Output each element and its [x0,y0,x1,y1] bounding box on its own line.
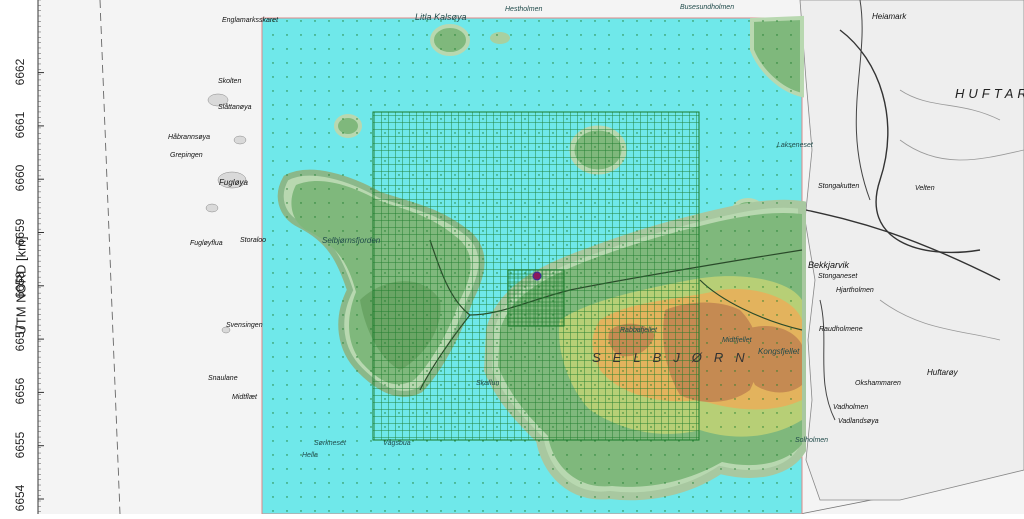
place-label: Busesundholmen [680,4,735,11]
place-label: Midtfjellet [722,337,752,344]
place-label: Grepingen [170,152,203,159]
place-label: Stongakutten [818,183,860,190]
y-tick-label: 6662 [13,58,27,85]
place-label: Rabbafjellet [620,327,657,334]
region-label-selbjorn: SELBJØRN [592,350,757,365]
place-label: Litla Kalsøya [415,12,467,22]
y-tick-label: 6656 [13,378,27,405]
place-label: Slåttanøya [218,104,252,111]
place-label: Kongsfjellet [758,347,800,356]
y-tick-label: 6657 [13,324,27,352]
place-label: Hella [302,452,318,459]
place-label: Snaulane [208,375,238,382]
basemap-land-right [799,0,1024,501]
y-tick-label: 6659 [13,218,27,245]
place-label: Vågsbua [383,440,411,447]
source-marker[interactable] [532,271,542,281]
place-label: Svensingen [226,322,263,329]
y-tick-label: 6660 [13,164,27,192]
place-label: Okshammaren [855,380,901,387]
place-label: Englamarksskaret [222,17,279,24]
place-label: Fugløyflua [190,240,223,247]
y-tick-label: 6654 [13,484,27,512]
place-label: Vadlandsøya [838,418,879,425]
place-label: Huftarøy [927,368,958,377]
place-label: Bekkjarvik [808,260,850,270]
map-canvas[interactable] [0,0,1024,515]
place-label: Stonganeset [818,273,858,280]
place-label: Fugløya [219,178,248,187]
place-label: Selbjørnsfjorden [322,236,381,245]
y-tick-label: 6661 [13,111,27,139]
place-label: Skolten [218,78,242,85]
place-label: Velten [915,185,935,192]
map-viewer[interactable]: UTM NORD [km] 6654 6655 6656 6657 6658 6659 66… [0,0,1024,515]
place-label: Sørkneset [314,440,346,447]
place-label: Raudholmene [819,326,863,333]
place-label: Midtflæt [232,394,257,401]
place-label: Hjartholmen [836,287,874,294]
place-label: Heiamark [872,12,907,21]
place-label: Hestholmen [505,6,543,13]
y-tick-label: 6658 [13,271,27,299]
place-label: Vadholmen [833,404,869,411]
place-label: Håbrannsøya [168,134,211,141]
place-label: Skaflun [476,380,500,387]
place-label: Solholmen [795,437,829,444]
region-label-huftaro: HUFTARØ [955,86,1024,101]
y-tick-label: 6655 [13,431,27,459]
place-label: Lakseneset [777,142,813,149]
place-label: Storaloo [240,237,267,244]
